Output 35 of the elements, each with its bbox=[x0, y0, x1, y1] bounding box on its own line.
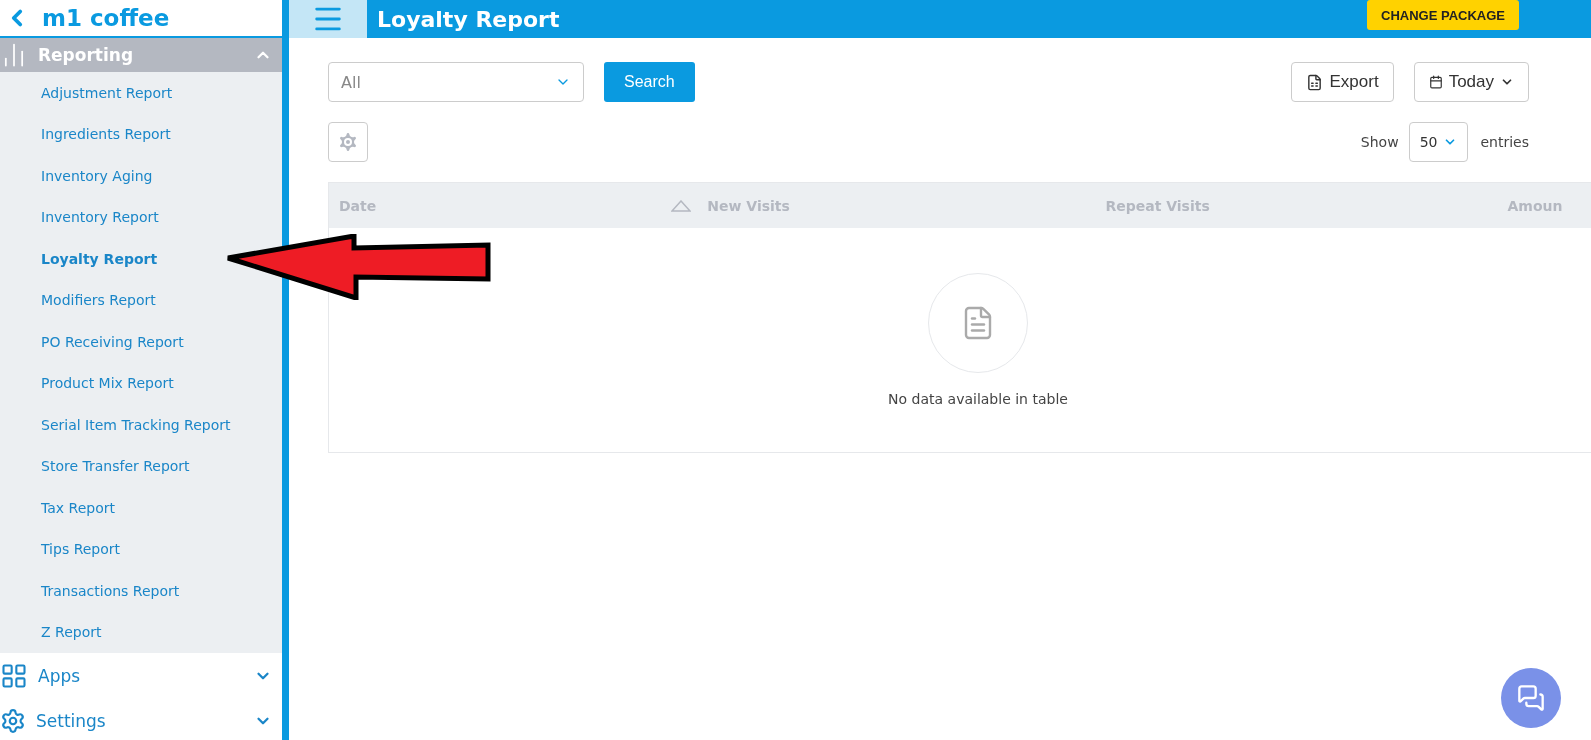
grid-icon bbox=[0, 661, 28, 690]
sidebar-item[interactable]: Tips Report bbox=[0, 528, 121, 570]
sidebar-section[interactable]: Reporting bbox=[0, 38, 282, 72]
page-size-select[interactable]: 50 bbox=[1408, 122, 1469, 162]
sidebar-item[interactable]: Ingredients Report bbox=[0, 113, 171, 155]
sidebar-item[interactable]: Store Transfer Report bbox=[0, 445, 190, 487]
sidebar-item[interactable]: PO Receiving Report bbox=[0, 321, 184, 363]
sidebar-item[interactable]: Product Mix Report bbox=[0, 362, 174, 404]
sort-icon bbox=[671, 199, 692, 212]
sidebar-item[interactable]: Inventory Report bbox=[0, 196, 159, 238]
sidebar-item[interactable]: Loyalty Report bbox=[0, 238, 158, 280]
sidebar-item[interactable]: Adjustment Report bbox=[0, 72, 173, 114]
brand-title: m1 coffee bbox=[42, 5, 170, 31]
sidebar-item[interactable]: Z Report bbox=[0, 611, 102, 653]
chat-icon bbox=[1517, 684, 1545, 712]
date-range-button[interactable]: Today bbox=[1413, 62, 1529, 102]
spreadsheet-icon bbox=[1306, 73, 1324, 91]
page-title: Loyalty Report bbox=[377, 6, 561, 32]
sidebar-item[interactable]: Inventory Aging bbox=[0, 155, 153, 197]
entries-label: entries bbox=[1480, 134, 1529, 150]
settings-icon bbox=[0, 707, 26, 734]
sidebar-item[interactable]: Modifiers Report bbox=[0, 279, 156, 321]
sidebar-item[interactable]: Tax Report bbox=[0, 487, 115, 529]
filter-select[interactable]: All bbox=[328, 62, 584, 102]
settings-button[interactable] bbox=[328, 122, 368, 162]
menu-button[interactable] bbox=[289, 0, 367, 38]
export-button[interactable]: Export bbox=[1291, 62, 1394, 102]
change-package-button[interactable]: CHANGE PACKAGE bbox=[1367, 0, 1519, 30]
chat-button[interactable] bbox=[1501, 668, 1561, 728]
search-button[interactable]: Search bbox=[604, 62, 695, 102]
empty-message: No data available in table bbox=[888, 391, 1068, 407]
show-label: Show bbox=[1360, 134, 1399, 150]
sidebar-item[interactable]: Transactions Report bbox=[0, 570, 180, 612]
calendar-icon bbox=[1428, 75, 1443, 89]
sidebar-item[interactable]: Serial Item Tracking Report bbox=[0, 404, 231, 446]
